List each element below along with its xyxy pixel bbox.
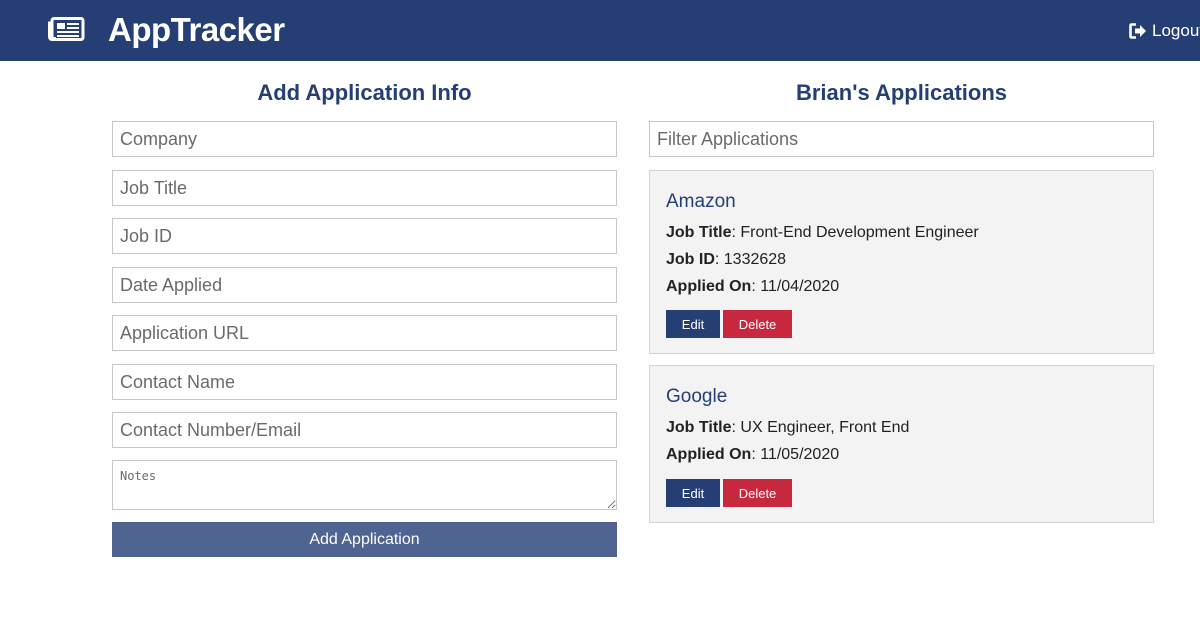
edit-button[interactable]: Edit (666, 479, 720, 507)
applications-heading: Brian's Applications (795, 80, 1007, 105)
delete-button[interactable]: Delete (723, 310, 792, 338)
contact-name-input[interactable] (112, 364, 617, 400)
newspaper-icon (48, 17, 85, 41)
logout-label: Logout (1152, 21, 1200, 40)
company-input[interactable] (112, 121, 617, 157)
application-card: Amazon Job Title: Front-End Development … (649, 170, 1154, 354)
filter-applications-input[interactable] (649, 121, 1154, 157)
job-id-value: : 1332628 (714, 251, 787, 268)
job-title-value: : UX Engineer, Front End (731, 419, 910, 436)
applied-on-value: : 11/05/2020 (751, 446, 840, 463)
application-card: Google Job Title: UX Engineer, Front End… (649, 365, 1154, 523)
applied-on-label: Applied On (666, 278, 752, 295)
application-url-input[interactable] (112, 315, 617, 351)
contact-number-email-input[interactable] (112, 412, 617, 448)
job-title-label: Job Title (666, 419, 732, 436)
job-title-value: : Front-End Development Engineer (731, 224, 979, 241)
delete-button[interactable]: Delete (723, 479, 792, 507)
card-job-title: Job Title: Front-End Development Enginee… (666, 223, 979, 243)
card-applied-on: Applied On: 11/04/2020 (666, 277, 839, 297)
job-id-label: Job ID (666, 251, 715, 268)
logout-link[interactable]: Logout (1129, 19, 1200, 43)
add-application-heading: Add Application Info (257, 80, 472, 105)
applied-on-label: Applied On (666, 446, 752, 463)
card-job-title: Job Title: UX Engineer, Front End (666, 418, 909, 438)
card-job-id: Job ID: 1332628 (666, 250, 786, 270)
card-company-name: Google (666, 386, 728, 407)
applied-on-value: : 11/04/2020 (751, 278, 840, 295)
job-id-input[interactable] (112, 218, 617, 254)
sign-out-icon (1129, 23, 1146, 39)
add-application-button[interactable]: Add Application (112, 522, 617, 557)
top-navbar: AppTracker Logout (0, 0, 1200, 61)
app-title: AppTracker (108, 11, 285, 48)
job-title-label: Job Title (666, 224, 732, 241)
notes-textarea[interactable] (112, 460, 617, 510)
job-title-input[interactable] (112, 170, 617, 206)
date-applied-input[interactable] (112, 267, 617, 303)
card-company-name: Amazon (666, 191, 736, 212)
edit-button[interactable]: Edit (666, 310, 720, 338)
card-applied-on: Applied On: 11/05/2020 (666, 445, 839, 465)
